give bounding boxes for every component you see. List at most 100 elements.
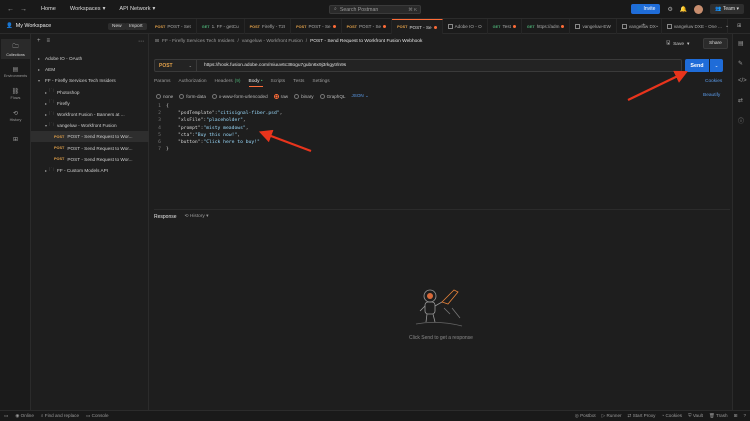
settings-icon[interactable]: ⚙ <box>667 6 672 13</box>
tree-folder[interactable]: ▸ 🗀 Photoshop <box>31 87 149 98</box>
request-tab[interactable]: GET Test <box>488 19 522 34</box>
request-tab[interactable]: Adobe IO - O <box>443 19 488 34</box>
request-tab[interactable]: POST POST - Se <box>342 19 393 34</box>
add-tab-icon[interactable]: + <box>642 23 646 29</box>
request-tab[interactable]: POST Firefly - T2I <box>245 19 292 34</box>
tab-tests[interactable]: Tests <box>293 79 304 87</box>
status-postbot[interactable]: ◎ Postbot <box>575 413 596 419</box>
workspace-title[interactable]: 👤 My Workspace <box>6 23 51 29</box>
radio-icon[interactable] <box>273 93 279 99</box>
method-select[interactable]: POST ⌄ <box>155 60 197 71</box>
status-start-proxy[interactable]: ⇄ Start Proxy <box>628 413 656 419</box>
team-button[interactable]: 👥 Team ▾ <box>710 4 744 14</box>
rail-flows[interactable]: ⛓ Flows <box>1 84 30 104</box>
radio-icon[interactable] <box>211 93 217 99</box>
breadcrumb-folder[interactable]: vangeluw - Workfront Fusion <box>242 39 303 44</box>
tab-scripts[interactable]: Scripts <box>271 79 286 87</box>
tree-collection[interactable]: ▾ FF - Firefly Services Tech Insiders <box>31 75 149 86</box>
status-find-replace[interactable]: ⌕ Find and replace <box>41 413 79 419</box>
request-tab[interactable]: GET 1. FF - getCu <box>197 19 245 34</box>
related-collections-icon[interactable]: ⇄ <box>738 97 743 104</box>
status-cookies[interactable]: ◔ Cookies <box>661 413 682 419</box>
layout-icon[interactable]: ▭ <box>4 413 8 419</box>
help-icon[interactable]: ? <box>743 413 746 419</box>
send-button[interactable]: Send <box>685 59 709 72</box>
search-input[interactable]: ⌕ Search Postman ⌘ K <box>329 5 421 14</box>
notifications-icon[interactable]: 🔔 <box>680 6 687 13</box>
tree-folder[interactable]: ▸ 🗀 FF - Custom Models API <box>31 165 149 176</box>
radio-icon[interactable] <box>156 93 161 99</box>
tree-request[interactable]: POST POST - Send Request to Wor... <box>31 143 149 154</box>
body-mode-x-www-form-urlencoded[interactable]: x-www-form-urlencoded <box>211 93 268 99</box>
body-mode-none[interactable]: none <box>156 93 173 99</box>
request-title[interactable]: POST - Send Request to Workfront Fusion … <box>310 39 422 44</box>
rail-history[interactable]: ⟲ History <box>1 106 30 126</box>
back-arrow-icon[interactable]: ← <box>7 6 14 13</box>
import-button[interactable]: Import <box>125 23 147 30</box>
chevron-down-icon[interactable]: ⌄ <box>655 23 659 29</box>
rail-environments[interactable]: ▤ Environments <box>1 62 30 82</box>
status-runner[interactable]: ▷ Runner <box>602 413 622 419</box>
invite-button[interactable]: 👤 Invite <box>630 4 661 14</box>
tree-folder[interactable]: ▸ 🗀 Workfront Fusion - Banners at ... <box>31 109 149 120</box>
environment-dropdown-chevron-icon[interactable]: ⌄ <box>725 23 729 29</box>
add-icon[interactable]: + <box>37 38 41 44</box>
request-tab[interactable]: vangeluw DXE - One ... <box>662 19 728 34</box>
tab-headers[interactable]: Headers (9) <box>215 79 241 87</box>
beautify-link[interactable]: Beautify <box>703 93 720 98</box>
body-mode-form-data[interactable]: form-data <box>179 93 206 99</box>
request-tab[interactable]: GET https://adm <box>522 19 571 34</box>
more-options-icon[interactable]: ⋯ <box>138 38 144 45</box>
url-input[interactable]: https://hook.fusion.adobe.com/miuuv6c38o… <box>197 63 346 68</box>
tree-request[interactable]: POST POST - Send Request to Wor... <box>31 131 149 143</box>
status-trash[interactable]: 🗑 Trash <box>709 413 728 419</box>
body-format-select[interactable]: JSON ⌄ <box>352 93 369 99</box>
rail-collections[interactable]: 🗀 Collections <box>1 39 30 59</box>
nav-api-network[interactable]: API Network ▾ <box>119 6 155 12</box>
rail-configure[interactable]: ⊞ <box>1 129 30 149</box>
comments-icon[interactable]: ✎ <box>738 60 743 67</box>
code-icon[interactable]: </> <box>738 78 747 84</box>
chevron-right-icon[interactable]: ▸ <box>36 56 42 61</box>
save-button[interactable]: 🖫 Save ▾ <box>666 40 689 48</box>
tree-folder[interactable]: ▾ 🗀 vangeluw - Workfront Fusion <box>31 120 149 131</box>
body-mode-raw[interactable]: raw <box>273 93 288 99</box>
documentation-icon[interactable]: ▤ <box>738 40 744 47</box>
tab-settings[interactable]: Settings <box>312 79 329 87</box>
send-dropdown-icon[interactable]: ⌄ <box>710 59 723 72</box>
body-mode-binary[interactable]: binary <box>294 93 314 99</box>
tab-params[interactable]: Params <box>154 79 171 87</box>
history-dropdown[interactable]: ⟲ History ▾ <box>185 214 209 219</box>
environment-quick-look-icon[interactable]: ⊞ <box>737 23 741 29</box>
chevron-right-icon[interactable]: ▸ <box>36 67 42 72</box>
tab-body[interactable]: Body • <box>248 79 263 87</box>
nav-home[interactable]: Home <box>41 6 56 12</box>
share-button[interactable]: Share <box>703 38 728 49</box>
filter-icon[interactable]: ≡ <box>47 38 51 44</box>
new-button[interactable]: New <box>108 23 126 30</box>
request-tab[interactable]: vangeluw-EW <box>570 19 617 34</box>
request-tab[interactable]: POST POST - Se <box>291 19 342 34</box>
nav-workspaces[interactable]: Workspaces ▾ <box>70 6 106 12</box>
cookies-link[interactable]: Cookies <box>705 79 722 84</box>
tree-collection[interactable]: ▸ AEM <box>31 64 149 75</box>
request-tab[interactable]: POST POST - Set <box>150 19 197 34</box>
tree-collection[interactable]: ▸ Adobe IO - OAuth <box>31 53 149 64</box>
radio-icon[interactable] <box>179 93 185 99</box>
radio-icon[interactable] <box>294 93 300 99</box>
forward-arrow-icon[interactable]: → <box>20 6 27 13</box>
breadcrumb-collection[interactable]: FF - Firefly Services Tech Insiders <box>162 39 234 44</box>
tree-folder[interactable]: ▸ 🗀 Firefly <box>31 98 149 109</box>
body-editor[interactable]: 1{2 "psdTemplate": "citisignal-fiber.psd"… <box>154 104 724 204</box>
body-mode-GraphQL[interactable]: GraphQL <box>319 93 346 99</box>
status-online[interactable]: ◉ Online <box>15 413 34 419</box>
tree-request[interactable]: POST POST - Send Request to Wor... <box>31 154 149 165</box>
info-icon[interactable]: ⓘ <box>738 116 744 125</box>
status-console[interactable]: ▭ Console <box>86 413 108 419</box>
tab-authorization[interactable]: Authorization <box>179 79 207 87</box>
chevron-down-icon[interactable]: ▾ <box>36 78 42 83</box>
grid-icon[interactable]: ⊞ <box>734 413 738 419</box>
radio-icon[interactable] <box>319 93 325 99</box>
status-vault[interactable]: ⛨ Vault <box>688 413 703 419</box>
avatar[interactable] <box>694 4 704 14</box>
